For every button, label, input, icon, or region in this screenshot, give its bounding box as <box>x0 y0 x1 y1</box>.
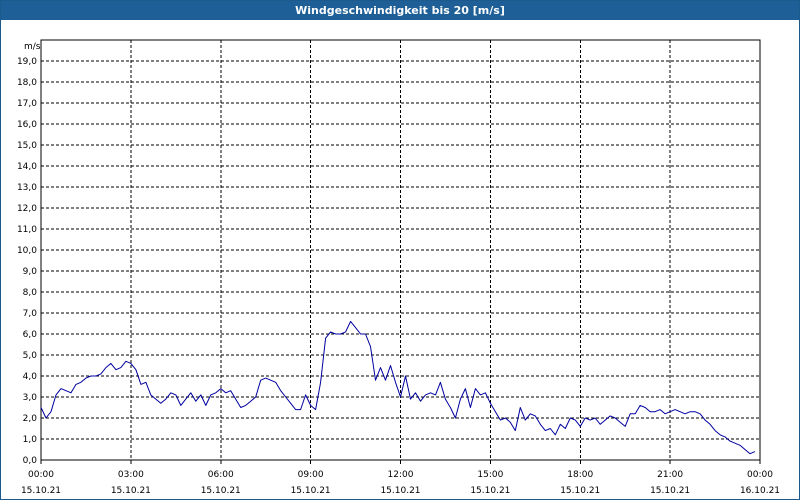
y-axis-label: m/s <box>24 42 41 52</box>
x-tick-time: 18:00 <box>567 470 593 480</box>
x-tick-date: 15.10.21 <box>201 486 241 496</box>
x-tick-date: 15.10.21 <box>650 486 690 496</box>
chart-window: Windgeschwindigkeit bis 20 [m/s] 0,0 1,0 2… <box>0 0 800 500</box>
x-tick-time: 15:00 <box>477 470 503 480</box>
line-chart: 0,0 1,0 2,0 3,0 4,0 5,0 6,0 7,0 8,0 9,0 10,0 11,0 12… <box>17 39 780 496</box>
y-tick-label: 7,0 <box>23 309 38 319</box>
y-tick-label: 14,0 <box>17 162 37 172</box>
x-tick-time: 12:00 <box>388 470 414 480</box>
x-tick-date: 15.10.21 <box>380 486 420 496</box>
y-tick-label: 1,0 <box>23 435 38 445</box>
x-tick-time: 00:00 <box>28 470 54 480</box>
y-tick-label: 15,0 <box>17 141 37 151</box>
x-tick-time: 00:00 <box>747 470 773 480</box>
y-tick-label: 18,0 <box>17 78 37 88</box>
y-tick-label: 12,0 <box>17 204 37 214</box>
y-tick-label: 2,0 <box>23 414 38 424</box>
x-tick-date: 15.10.21 <box>470 486 510 496</box>
y-tick-label: 6,0 <box>23 330 38 340</box>
x-tick-date: 16.10.21 <box>740 486 780 496</box>
x-tick-date: 15.10.21 <box>560 486 600 496</box>
x-tick-date: 15.10.21 <box>111 486 151 496</box>
series-line <box>40 320 756 455</box>
x-tick-time: 09:00 <box>298 470 324 480</box>
y-tick-label: 9,0 <box>23 267 38 277</box>
x-tick-time: 06:00 <box>208 470 234 480</box>
y-tick-label: 16,0 <box>17 120 37 130</box>
y-tick-label: 0,0 <box>23 456 38 466</box>
y-tick-label: 3,0 <box>23 393 38 403</box>
y-tick-label: 8,0 <box>23 288 38 298</box>
y-tick-label: 19,0 <box>17 57 37 67</box>
x-tick-date: 15.10.21 <box>291 486 331 496</box>
y-tick-label: 13,0 <box>17 183 37 193</box>
x-tick-time: 21:00 <box>657 470 683 480</box>
axes: 0,0 1,0 2,0 3,0 4,0 5,0 6,0 7,0 8,0 9,0 10,0 11,0 12… <box>17 39 780 496</box>
x-tick-date: 15.10.21 <box>21 486 61 496</box>
y-tick-label: 17,0 <box>17 99 37 109</box>
y-tick-label: 10,0 <box>17 246 37 256</box>
y-tick-label: 4,0 <box>23 372 38 382</box>
series <box>40 320 756 455</box>
x-tick-time: 03:00 <box>118 470 144 480</box>
y-tick-label: 11,0 <box>17 225 37 235</box>
y-tick-label: 5,0 <box>23 351 38 361</box>
